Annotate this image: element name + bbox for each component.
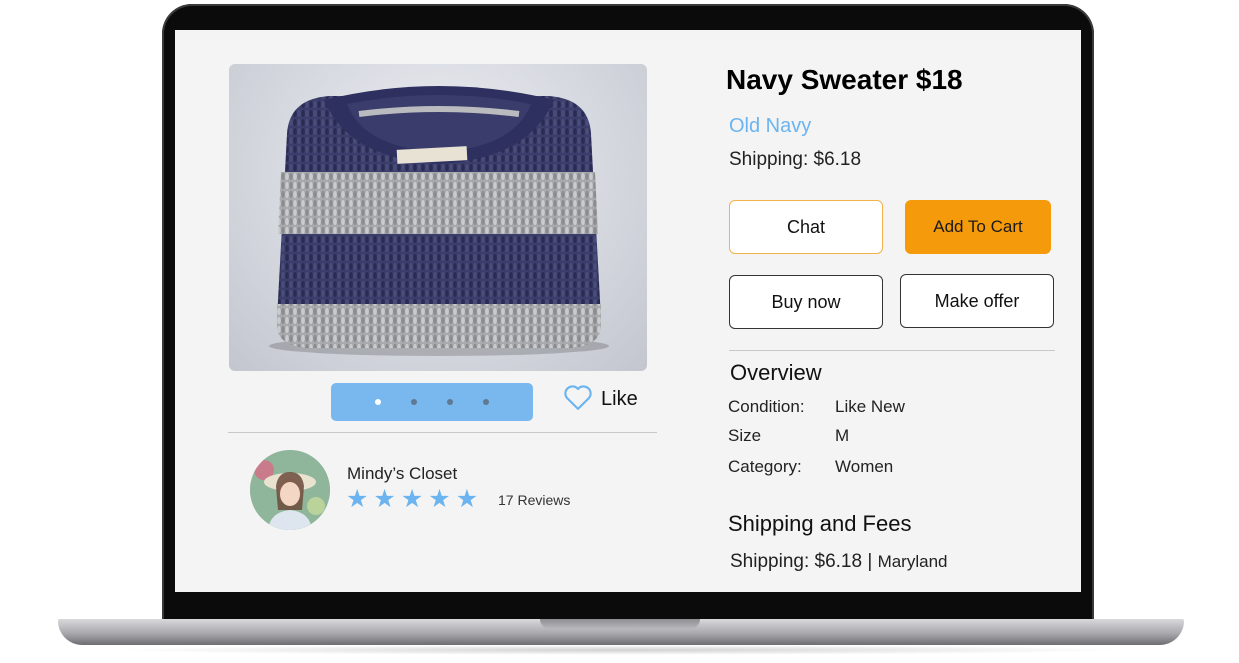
- overview-heading: Overview: [730, 360, 822, 385]
- make-offer-button[interactable]: Make offer: [900, 274, 1054, 328]
- carousel-dot[interactable]: [483, 399, 489, 405]
- star-icon: ★: [346, 484, 369, 513]
- like-label: Like: [601, 387, 638, 410]
- star-icon: ★: [428, 484, 451, 513]
- buy-now-button[interactable]: Buy now: [729, 275, 883, 329]
- add-to-cart-button[interactable]: Add To Cart: [905, 200, 1051, 254]
- spec-row-size: Size M: [728, 426, 849, 446]
- brand-link[interactable]: Old Navy: [729, 115, 811, 138]
- shipping-fees-heading: Shipping and Fees: [728, 511, 912, 536]
- reviews-link[interactable]: 17 Reviews: [498, 492, 570, 508]
- seller-name[interactable]: Mindy’s Closet: [347, 464, 457, 484]
- laptop-notch: [540, 619, 700, 629]
- divider: [228, 432, 657, 433]
- chat-button[interactable]: Chat: [729, 200, 883, 254]
- shipping-cost: Shipping: $6.18: [730, 551, 863, 572]
- product-page: Like Mindy’s Closet ★ ★ ★ ★ ★ 17 Reviews: [175, 30, 1081, 592]
- spec-label: Category:: [728, 457, 802, 476]
- spec-label: Size: [728, 426, 762, 445]
- heart-icon: [563, 383, 593, 416]
- star-icon: ★: [400, 484, 424, 513]
- divider: [729, 350, 1055, 351]
- shipping-price: Shipping: $6.18: [729, 149, 862, 170]
- spec-row-category: Category: Women: [728, 457, 893, 477]
- avatar[interactable]: [250, 450, 330, 530]
- product-image[interactable]: [229, 64, 647, 371]
- carousel-dot[interactable]: [375, 399, 381, 405]
- spec-value: Like New: [835, 397, 905, 416]
- shipping-location: Maryland: [877, 552, 948, 571]
- laptop-shadow: [110, 645, 1130, 655]
- separator: |: [867, 551, 873, 572]
- spec-value: M: [835, 426, 850, 445]
- like-button[interactable]: Like: [563, 382, 638, 416]
- carousel-dot[interactable]: [447, 399, 453, 405]
- carousel-dot[interactable]: [411, 399, 417, 405]
- product-title: Navy Sweater $18: [726, 64, 963, 95]
- shipping-details: Shipping: $6.18 | Maryland: [730, 551, 947, 573]
- star-icon: ★: [373, 484, 396, 513]
- seller-rating: ★ ★ ★ ★ ★: [346, 486, 478, 512]
- image-carousel-indicator[interactable]: [331, 383, 533, 421]
- spec-row-condition: Condition: Like New: [728, 397, 905, 417]
- spec-label: Condition:: [728, 397, 805, 416]
- spec-value: Women: [835, 457, 894, 476]
- star-icon: ★: [455, 484, 479, 513]
- sweater-illustration: [269, 86, 609, 356]
